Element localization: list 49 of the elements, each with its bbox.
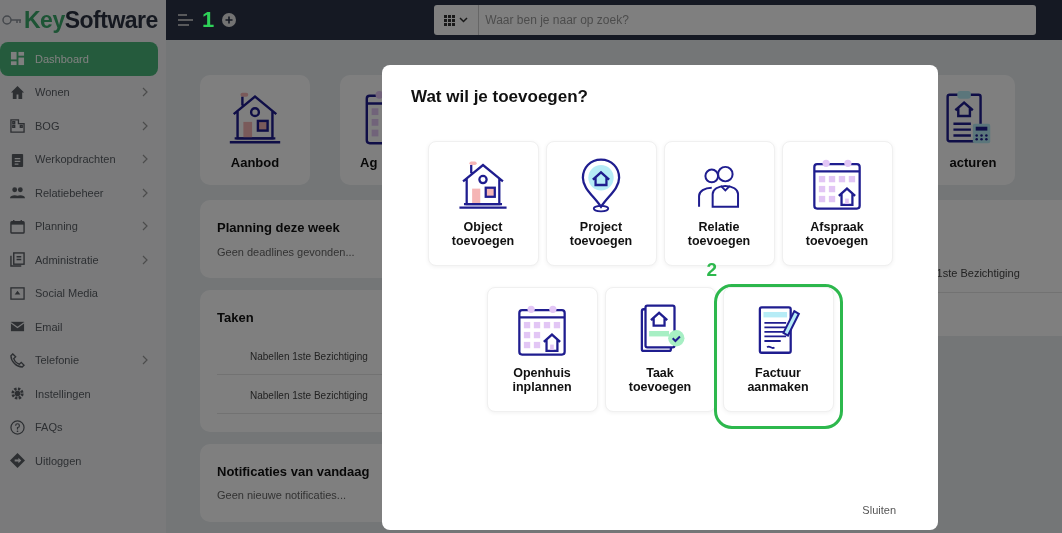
caret-icon	[459, 17, 469, 23]
annotation-number: 1	[202, 9, 215, 31]
phone-icon	[10, 352, 25, 368]
home-icon	[10, 84, 25, 100]
sidebar-item[interactable]: FAQs	[0, 410, 158, 444]
dashboard-icon	[10, 51, 25, 67]
building-icon	[10, 118, 25, 134]
help-icon	[10, 419, 25, 435]
category-dropdown[interactable]	[434, 5, 480, 35]
option-tile[interactable]: Project toevoegen	[545, 140, 657, 266]
add-button[interactable]	[222, 13, 237, 27]
add-icon	[222, 13, 237, 27]
settings-icon	[10, 386, 25, 402]
option-tile[interactable]: Taak toevoegen	[604, 286, 716, 412]
clipboard-icon	[10, 151, 25, 167]
card-title: Planning deze week	[217, 219, 340, 237]
close-button[interactable]: Sluiten	[862, 501, 909, 518]
sidebar-item[interactable]: Werkopdrachten	[0, 142, 158, 176]
option-tile[interactable]: Factuur aanmaken	[722, 286, 834, 412]
logo-text: KeySoftware	[24, 5, 158, 35]
option-tile[interactable]: Object toevoegen	[427, 140, 539, 266]
grid-icon	[444, 14, 456, 26]
task-row[interactable]: Nabellen 1ste Bezichtiging	[250, 389, 368, 401]
empty-message: Geen deadlines gevonden...	[217, 244, 355, 260]
sidebar-item[interactable]: BOG	[0, 109, 158, 143]
sidebar-item[interactable]: Telefonie	[0, 343, 158, 377]
option-tile[interactable]: Afspraak toevoegen	[781, 140, 893, 266]
card-title: Notificaties van vandaag	[217, 462, 370, 481]
dialog-title: Wat wil je toevoegen?	[411, 86, 589, 108]
sidebar-item[interactable]: Email	[0, 310, 158, 344]
sidebar-item[interactable]: Relatiebeheer	[0, 176, 158, 210]
sidebar-item[interactable]: Uitloggen	[0, 444, 158, 478]
people-icon	[10, 185, 25, 201]
calendar-icon	[10, 218, 25, 234]
card-title: Taken	[217, 309, 254, 327]
task-row[interactable]: Nabellen 1ste Bezichtiging	[250, 350, 368, 362]
sidebar-item[interactable]: Instellingen	[0, 377, 158, 411]
empty-message: Geen nieuwe notificaties...	[217, 488, 347, 503]
documents-icon	[10, 252, 25, 268]
sidebar-item[interactable]: Administratie	[0, 243, 158, 277]
agenda-row[interactable]: 1ste Bezichtiging	[936, 267, 1020, 279]
sidebar-item[interactable]: Social Media	[0, 276, 158, 310]
dashboard-tile[interactable]: Aanbod	[200, 75, 310, 185]
key-icon	[2, 14, 22, 26]
menu-icon	[178, 14, 194, 26]
sidebar-item[interactable]: Planning	[0, 209, 158, 243]
logout-icon	[10, 453, 25, 469]
option-tile[interactable]: Openhuis inplannen	[486, 286, 598, 412]
screen-icon	[10, 285, 25, 301]
